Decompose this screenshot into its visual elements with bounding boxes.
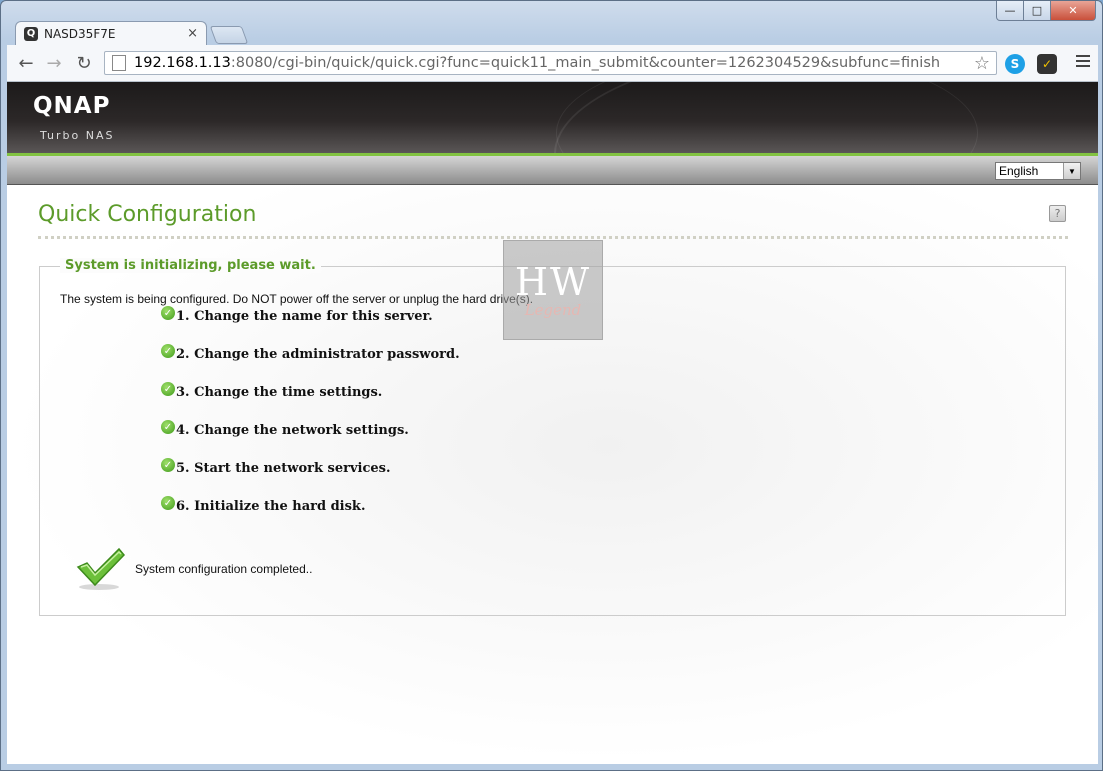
step-label: 1. Change the name for this server.	[176, 309, 433, 324]
completion-row: System configuration completed..	[75, 545, 312, 593]
step-label: 2. Change the administrator password.	[176, 347, 460, 362]
step-item: ✓ 1. Change the name for this server.	[161, 306, 460, 347]
language-select[interactable]: English ▼	[995, 162, 1081, 180]
minimize-icon[interactable]: —	[996, 1, 1024, 21]
star-icon[interactable]: ☆	[974, 53, 990, 74]
section-title: System is initializing, please wait.	[60, 258, 321, 273]
check-icon: ✓	[161, 496, 175, 510]
new-tab-button[interactable]	[209, 26, 249, 44]
forward-icon[interactable]: →	[43, 52, 65, 74]
menu-icon[interactable]	[1076, 55, 1090, 69]
extension-icon[interactable]: ✓	[1037, 54, 1057, 74]
page-viewport: QNAP Turbo NAS English ▼ Quick Configura…	[7, 82, 1098, 764]
skype-icon[interactable]: S	[1005, 54, 1025, 74]
step-item: ✓ 4. Change the network settings.	[161, 420, 460, 461]
qnap-favicon-icon: Q	[24, 26, 38, 41]
browser-tab[interactable]: Q NASD35F7E ×	[15, 21, 207, 45]
close-window-icon[interactable]: ✕	[1051, 1, 1096, 21]
step-item: ✓ 3. Change the time settings.	[161, 382, 460, 423]
large-check-icon	[75, 545, 127, 593]
page-title: Quick Configuration	[38, 202, 257, 227]
qnap-header: QNAP Turbo NAS	[7, 82, 1098, 153]
url-path: :8080/cgi-bin/quick/quick.cgi?func=quick…	[230, 55, 941, 71]
step-item: ✓ 6. Initialize the hard disk.	[161, 496, 460, 537]
qnap-logo: QNAP	[33, 93, 111, 119]
step-label: 4. Change the network settings.	[176, 423, 409, 438]
help-icon[interactable]: ?	[1049, 205, 1066, 222]
browser-toolbar: ← → ↻ 192.168.1.13:8080/cgi-bin/quick/qu…	[7, 45, 1098, 82]
language-bar: English ▼	[7, 156, 1098, 185]
check-icon: ✓	[161, 382, 175, 396]
tab-title: NASD35F7E	[44, 26, 116, 41]
reload-icon[interactable]: ↻	[73, 52, 95, 74]
step-label: 6. Initialize the hard disk.	[176, 499, 366, 514]
maximize-icon[interactable]: □	[1024, 1, 1051, 21]
check-icon: ✓	[161, 306, 175, 320]
chevron-down-icon: ▼	[1063, 163, 1080, 179]
step-label: 5. Start the network services.	[176, 461, 391, 476]
step-item: ✓ 2. Change the administrator password.	[161, 344, 460, 385]
language-value: English	[999, 164, 1039, 178]
step-list: ✓ 1. Change the name for this server. ✓ 2.…	[161, 306, 460, 537]
watermark-line1: HW	[514, 260, 592, 304]
url-host: 192.168.1.13	[134, 55, 231, 71]
tab-close-icon[interactable]: ×	[187, 26, 198, 41]
back-icon[interactable]: ←	[15, 52, 37, 74]
dotted-divider	[38, 236, 1068, 239]
check-icon: ✓	[161, 420, 175, 434]
warning-notice: The system is being configured. Do NOT p…	[60, 292, 534, 306]
check-icon: ✓	[161, 458, 175, 472]
header-decoration	[556, 82, 978, 153]
completion-message: System configuration completed..	[135, 562, 313, 576]
page-icon	[112, 55, 126, 71]
address-bar[interactable]: 192.168.1.13:8080/cgi-bin/quick/quick.cg…	[104, 51, 997, 75]
watermark-line2: Legend	[524, 301, 582, 319]
turbo-nas-logo: Turbo NAS	[40, 129, 115, 142]
browser-window: — □ ✕ Q NASD35F7E × ← → ↻ 192.168.1.13:8…	[0, 0, 1103, 771]
window-controls: — □ ✕	[996, 1, 1096, 21]
step-label: 3. Change the time settings.	[176, 385, 383, 400]
watermark-logo: HW Legend	[503, 240, 603, 340]
check-icon: ✓	[161, 344, 175, 358]
step-item: ✓ 5. Start the network services.	[161, 458, 460, 499]
